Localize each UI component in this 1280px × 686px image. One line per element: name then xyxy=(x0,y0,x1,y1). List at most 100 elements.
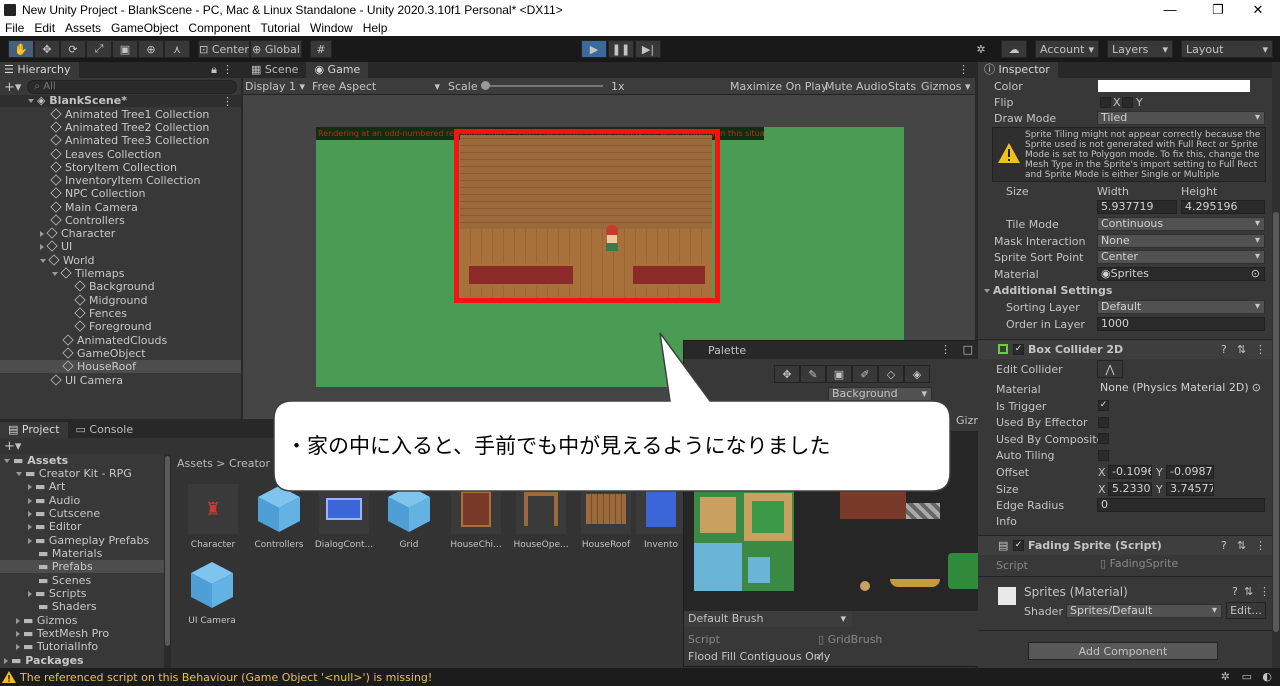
used-by-composite-checkbox[interactable] xyxy=(1098,433,1109,444)
used-by-effector-checkbox[interactable] xyxy=(1098,417,1109,428)
folder-item[interactable]: ▬ Editor xyxy=(28,520,81,533)
kebab-menu-icon[interactable]: ⋮ xyxy=(222,95,233,108)
hand-tool-icon[interactable]: ✋ xyxy=(8,40,34,58)
hierarchy-item[interactable]: AnimatedClouds xyxy=(62,334,167,347)
flip-y-checkbox[interactable] xyxy=(1122,97,1133,108)
hierarchy-item[interactable]: Controllers xyxy=(50,214,125,227)
minimize-icon[interactable]: — xyxy=(1148,0,1192,20)
close-icon[interactable]: ✕ xyxy=(1236,0,1280,20)
asset-tile[interactable]: ♜ Character xyxy=(178,484,248,550)
kebab-menu-icon[interactable]: ⋮ xyxy=(958,63,969,76)
offset-x-field[interactable]: -0.1096 xyxy=(1108,465,1152,479)
kebab-menu-icon[interactable]: ⋮ xyxy=(1255,343,1266,356)
grid-snap-icon[interactable]: # xyxy=(310,40,332,58)
menu-assets[interactable]: Assets xyxy=(60,20,106,36)
status-message[interactable]: The referenced script on this Behaviour … xyxy=(20,671,432,684)
play-button[interactable]: ▶ xyxy=(581,40,607,58)
add-icon[interactable]: +▾ xyxy=(4,439,21,454)
additional-settings-foldout[interactable]: Additional Settings xyxy=(984,284,1112,297)
display-dropdown[interactable]: Display 1 ▾ xyxy=(245,80,305,93)
scale-tool-icon[interactable]: ⤢ xyxy=(86,40,112,58)
box-collider-enabled-checkbox[interactable]: ✓ xyxy=(1013,344,1024,355)
hierarchy-item[interactable]: Background xyxy=(74,280,155,293)
folder-tree-scrollbar[interactable] xyxy=(164,454,171,668)
pivot-global-button[interactable]: ⊕ Global xyxy=(250,40,302,58)
flip-x-checkbox[interactable] xyxy=(1100,97,1111,108)
folder-item[interactable]: ▬ Art xyxy=(28,480,65,493)
hierarchy-item-selected[interactable]: HouseRoof xyxy=(62,360,136,373)
add-component-button[interactable]: Add Component xyxy=(1028,642,1218,660)
maximize-icon[interactable]: ❐ xyxy=(1196,0,1240,20)
hierarchy-item[interactable]: Animated Tree3 Collection xyxy=(50,134,209,147)
folder-item[interactable]: ▬ Audio xyxy=(28,494,80,507)
tab-hierarchy[interactable]: ☰ Hierarchy xyxy=(0,62,79,78)
auto-tiling-checkbox[interactable] xyxy=(1098,450,1109,461)
object-picker-icon[interactable]: ⊙ xyxy=(1251,268,1260,280)
box-collider-header[interactable]: ✓ Box Collider 2D ? ⇅ ⋮ xyxy=(978,339,1272,359)
stats-toggle[interactable]: Stats xyxy=(888,80,916,93)
account-dropdown[interactable]: Account ▾ xyxy=(1035,40,1099,58)
color-swatch[interactable] xyxy=(1098,80,1250,92)
tab-inspector[interactable]: ⓘ Inspector xyxy=(978,62,1058,78)
hierarchy-item[interactable]: NPC Collection xyxy=(50,187,145,200)
flood-fill-checkbox[interactable]: ✓ xyxy=(815,650,824,663)
folder-item[interactable]: ▬ Shaders xyxy=(38,600,97,613)
inspector-scrollbar[interactable] xyxy=(1272,62,1280,668)
hierarchy-item[interactable]: UI xyxy=(40,240,72,253)
collapse-arrow-icon[interactable] xyxy=(52,272,58,276)
hierarchy-item[interactable]: Midground xyxy=(74,294,147,307)
eye-icon[interactable]: ◐ xyxy=(1262,670,1272,683)
shader-dropdown[interactable]: Sprites/Default xyxy=(1066,604,1222,618)
collapse-arrow-icon[interactable] xyxy=(40,259,46,263)
help-icon[interactable]: ? xyxy=(1221,343,1227,356)
fading-sprite-enabled-checkbox[interactable]: ✓ xyxy=(1013,540,1024,551)
hierarchy-item[interactable]: Fences xyxy=(74,307,127,320)
cloud-icon[interactable]: ☁ xyxy=(1001,40,1027,58)
preset-icon[interactable]: ⇅ xyxy=(1237,539,1246,552)
material-field[interactable]: ◉Sprites ⊙ xyxy=(1097,267,1265,281)
folder-item[interactable]: ▬ Gizmos xyxy=(16,614,77,627)
hierarchy-item[interactable]: World xyxy=(40,254,95,267)
brush-dropdown[interactable]: Default Brush ▾ xyxy=(684,611,852,627)
menu-tutorial[interactable]: Tutorial xyxy=(255,20,305,36)
menu-window[interactable]: Window xyxy=(305,20,358,36)
menu-gameobject[interactable]: GameObject xyxy=(106,20,183,36)
size-x-field[interactable]: 5.23300 xyxy=(1108,482,1152,496)
scale-slider[interactable] xyxy=(481,81,603,90)
menu-edit[interactable]: Edit xyxy=(29,20,60,36)
preset-icon[interactable]: ⇅ xyxy=(1244,585,1253,598)
layout-dropdown[interactable]: Layout ▾ xyxy=(1181,40,1273,58)
folder-item[interactable]: ▬ Creator Kit - RPG xyxy=(16,467,132,480)
step-button[interactable]: ▶| xyxy=(635,40,661,58)
size-y-field[interactable]: 3.74577 xyxy=(1166,482,1214,496)
hierarchy-item[interactable]: GameObject xyxy=(62,347,146,360)
aspect-dropdown[interactable]: Free Aspect ▾ xyxy=(312,80,440,93)
collider-material-field[interactable]: None (Physics Material 2D) ⊙ xyxy=(1097,382,1265,396)
hierarchy-item[interactable]: Animated Tree2 Collection xyxy=(50,121,209,134)
folder-item[interactable]: ▬ Packages xyxy=(4,654,84,667)
folder-item[interactable]: ▬ Cutscene xyxy=(28,507,100,520)
folder-item-selected[interactable]: ▬ Prefabs xyxy=(38,560,93,573)
rotate-tool-icon[interactable]: ⟳ xyxy=(60,40,86,58)
hierarchy-search-input[interactable]: ⌕ All xyxy=(27,80,237,94)
layers-dropdown[interactable]: Layers ▾ xyxy=(1107,40,1173,58)
sprite-sort-point-dropdown[interactable]: Center xyxy=(1097,250,1265,264)
folder-item[interactable]: ▬ Assets xyxy=(4,454,68,467)
help-icon[interactable]: ? xyxy=(1232,585,1238,598)
expand-arrow-icon[interactable] xyxy=(40,231,44,237)
pause-button[interactable]: ❚❚ xyxy=(608,40,634,58)
hierarchy-item[interactable]: StoryItem Collection xyxy=(50,161,177,174)
tab-game[interactable]: ◉ Game xyxy=(306,62,369,78)
tile-mode-dropdown[interactable]: Continuous xyxy=(1097,217,1265,231)
tab-scene[interactable]: ▦ Scene xyxy=(243,62,306,78)
menu-file[interactable]: File xyxy=(0,20,29,36)
edit-shader-button[interactable]: Edit... xyxy=(1226,602,1266,619)
folder-item[interactable]: ▬ TextMesh Pro xyxy=(16,627,109,640)
move-tool-icon[interactable]: ✥ xyxy=(34,40,60,58)
sorting-layer-dropdown[interactable]: Default xyxy=(1097,300,1265,314)
mask-interaction-dropdown[interactable]: None xyxy=(1097,234,1265,248)
mute-audio-toggle[interactable]: Mute Audio xyxy=(825,80,887,93)
menu-help[interactable]: Help xyxy=(358,20,393,36)
folder-item[interactable]: ▬ Scripts xyxy=(28,587,87,600)
hierarchy-item[interactable]: Animated Tree1 Collection xyxy=(50,108,209,121)
